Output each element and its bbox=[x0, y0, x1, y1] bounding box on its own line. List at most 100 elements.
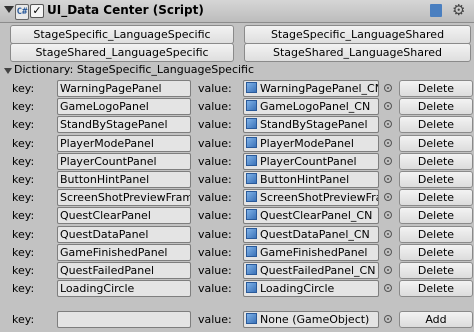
stage-specific-language-specific-button[interactable]: StageSpecific_LanguageSpecific bbox=[10, 25, 234, 44]
key-input[interactable]: PlayerCountPanel bbox=[57, 152, 191, 170]
delete-button[interactable]: Delete bbox=[399, 207, 473, 225]
new-entry-row: key: value: None (GameObject) Add bbox=[0, 311, 474, 329]
value-object-field[interactable]: WarningPagePanel_CN bbox=[243, 80, 379, 97]
value-text: QuestFailedPanel_CN bbox=[260, 264, 376, 277]
delete-button[interactable]: Delete bbox=[399, 262, 473, 279]
dictionary-entry-row: key: WarningPagePanel value: WarningPagePan… bbox=[0, 80, 474, 98]
value-object-field[interactable]: GameLogoPanel_CN bbox=[243, 98, 379, 116]
foldout-arrow-icon[interactable] bbox=[4, 6, 14, 13]
dictionary-foldout-arrow-icon[interactable] bbox=[4, 68, 12, 74]
value-object-field[interactable]: ScreenShotPreviewFrame bbox=[243, 189, 379, 207]
new-value-label: value: bbox=[198, 313, 232, 326]
value-label: value: bbox=[198, 118, 232, 132]
new-value-object-field[interactable]: None (GameObject) bbox=[243, 311, 379, 328]
value-object-field[interactable]: LoadingCircle bbox=[243, 280, 379, 298]
component-header[interactable]: C# ✓ UI_Data Center (Script) ⚙ bbox=[0, 0, 474, 23]
value-text: QuestClearPanel_CN bbox=[260, 209, 373, 223]
key-input[interactable]: ButtonHintPanel bbox=[57, 171, 191, 188]
delete-button[interactable]: Delete bbox=[399, 98, 473, 116]
value-label: value: bbox=[198, 173, 232, 186]
dictionary-entry-row: key: ScreenShotPreviewFrame value: ScreenSh… bbox=[0, 189, 474, 207]
value-text: PlayerModePanel bbox=[260, 136, 354, 150]
value-text: WarningPagePanel_CN bbox=[260, 82, 379, 95]
delete-button[interactable]: Delete bbox=[399, 80, 473, 97]
value-label: value: bbox=[198, 282, 232, 296]
dictionary-entry-row: key: ButtonHintPanel value: ButtonHintPanel… bbox=[0, 171, 474, 189]
object-picker-icon[interactable] bbox=[384, 84, 392, 92]
dictionary-entry-row: key: PlayerModePanel value: PlayerModePanel… bbox=[0, 134, 474, 153]
object-picker-icon[interactable] bbox=[384, 175, 392, 183]
object-picker-icon[interactable] bbox=[384, 211, 392, 220]
key-input[interactable]: QuestFailedPanel bbox=[57, 262, 191, 279]
value-label: value: bbox=[198, 191, 232, 205]
value-object-field[interactable]: PlayerCountPanel bbox=[243, 152, 379, 170]
object-picker-icon[interactable] bbox=[384, 229, 392, 238]
key-input[interactable]: GameFinishedPanel bbox=[57, 243, 191, 261]
value-object-field[interactable]: QuestDataPanel_CN bbox=[243, 225, 379, 243]
dictionary-entry-row: key: QuestFailedPanel value: QuestFailedPan… bbox=[0, 262, 474, 280]
delete-button[interactable]: Delete bbox=[399, 116, 473, 134]
value-object-field[interactable]: PlayerModePanel bbox=[243, 134, 379, 152]
value-text: StandByStagePanel bbox=[260, 118, 368, 132]
value-label: value: bbox=[198, 100, 232, 114]
stage-specific-language-shared-button[interactable]: StageSpecific_LanguageShared bbox=[244, 25, 471, 44]
add-button[interactable]: Add bbox=[399, 311, 473, 328]
key-label: key: bbox=[12, 191, 35, 205]
delete-button[interactable]: Delete bbox=[399, 189, 473, 207]
object-picker-icon[interactable] bbox=[384, 138, 392, 147]
value-object-field[interactable]: ButtonHintPanel bbox=[243, 171, 379, 188]
delete-button[interactable]: Delete bbox=[399, 152, 473, 170]
object-picker-icon[interactable] bbox=[384, 156, 392, 165]
gameobject-icon bbox=[246, 264, 257, 275]
key-input[interactable]: PlayerModePanel bbox=[57, 134, 191, 152]
value-label: value: bbox=[198, 209, 232, 223]
object-picker-icon[interactable] bbox=[384, 247, 392, 256]
value-object-field[interactable]: QuestFailedPanel_CN bbox=[243, 262, 379, 279]
key-input[interactable]: WarningPagePanel bbox=[57, 80, 191, 97]
delete-button[interactable]: Delete bbox=[399, 243, 473, 261]
value-text: ButtonHintPanel bbox=[260, 173, 350, 186]
delete-button[interactable]: Delete bbox=[399, 225, 473, 243]
gameobject-icon bbox=[246, 118, 257, 130]
object-picker-icon[interactable] bbox=[384, 102, 392, 111]
dictionary-entry-row: key: QuestDataPanel value: QuestDataPanel_C… bbox=[0, 225, 474, 244]
help-book-icon[interactable] bbox=[430, 4, 442, 17]
stage-shared-language-shared-button[interactable]: StageShared_LanguageShared bbox=[244, 43, 471, 62]
gameobject-icon bbox=[246, 245, 257, 257]
key-input[interactable]: StandByStagePanel bbox=[57, 116, 191, 134]
value-text: GameFinishedPanel bbox=[260, 245, 368, 259]
object-picker-icon[interactable] bbox=[384, 193, 392, 202]
delete-button[interactable]: Delete bbox=[399, 134, 473, 152]
object-picker-icon[interactable] bbox=[384, 266, 392, 274]
dictionary-entry-row: key: QuestClearPanel value: QuestClearPanel… bbox=[0, 207, 474, 225]
enabled-checkbox[interactable]: ✓ bbox=[30, 4, 44, 18]
object-picker-icon[interactable] bbox=[384, 284, 392, 293]
key-input[interactable]: QuestClearPanel bbox=[57, 207, 191, 225]
object-picker-icon[interactable] bbox=[384, 120, 392, 129]
key-input[interactable]: LoadingCircle bbox=[57, 280, 191, 298]
script-icon: C# bbox=[15, 4, 29, 20]
new-value-text: None (GameObject) bbox=[260, 313, 370, 326]
new-key-input[interactable] bbox=[57, 311, 191, 328]
value-object-field[interactable]: StandByStagePanel bbox=[243, 116, 379, 134]
key-input[interactable]: GameLogoPanel bbox=[57, 98, 191, 116]
gameobject-icon bbox=[246, 82, 257, 93]
gear-icon[interactable]: ⚙ bbox=[452, 2, 465, 18]
stage-shared-language-specific-button[interactable]: StageShared_LanguageSpecific bbox=[10, 43, 234, 62]
key-label: key: bbox=[12, 264, 35, 277]
dictionary-entry-row: key: GameFinishedPanel value: GameFinishedP… bbox=[0, 243, 474, 262]
value-label: value: bbox=[198, 82, 232, 95]
key-label: key: bbox=[12, 118, 35, 132]
object-picker-icon[interactable] bbox=[384, 315, 392, 323]
key-input[interactable]: ScreenShotPreviewFrame bbox=[57, 189, 191, 207]
delete-button[interactable]: Delete bbox=[399, 280, 473, 298]
value-text: LoadingCircle bbox=[260, 282, 335, 296]
value-object-field[interactable]: GameFinishedPanel bbox=[243, 243, 379, 261]
value-object-field[interactable]: QuestClearPanel_CN bbox=[243, 207, 379, 225]
delete-button[interactable]: Delete bbox=[399, 171, 473, 188]
value-text: PlayerCountPanel bbox=[260, 154, 357, 168]
key-label: key: bbox=[12, 245, 35, 259]
value-label: value: bbox=[198, 227, 232, 241]
key-input[interactable]: QuestDataPanel bbox=[57, 225, 191, 243]
key-label: key: bbox=[12, 136, 35, 150]
